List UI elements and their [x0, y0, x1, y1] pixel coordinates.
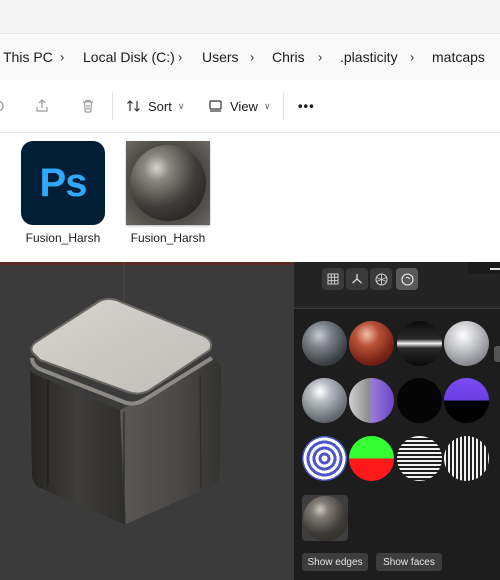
custom-matcap-slot[interactable]: [302, 495, 348, 541]
wireframe-sphere-icon[interactable]: [370, 268, 392, 290]
delete-button[interactable]: [80, 98, 96, 114]
rename-button[interactable]: [0, 99, 8, 113]
minimize-icon[interactable]: [490, 268, 500, 270]
more-options-button[interactable]: •••: [298, 99, 315, 114]
panel-scroll-handle[interactable]: [494, 346, 500, 362]
file-item[interactable]: Ps Fusion_Harsh: [13, 141, 113, 245]
sort-label: Sort: [148, 98, 172, 114]
trash-icon: [83, 99, 93, 113]
view-button[interactable]: View ∨: [208, 98, 271, 114]
chevron-right-icon[interactable]: ›: [250, 50, 254, 65]
view-label: View: [230, 98, 258, 114]
axes-icon[interactable]: [346, 268, 368, 290]
matcap-swatch[interactable]: [302, 321, 347, 366]
share-button[interactable]: [34, 98, 50, 114]
chevron-right-icon[interactable]: ›: [318, 50, 322, 65]
show-edges-button[interactable]: Show edges: [302, 553, 368, 571]
matcap-swatch[interactable]: [302, 378, 347, 423]
photoshop-file-icon: Ps: [21, 141, 105, 225]
rename-icon: [0, 100, 4, 112]
rounded-cube-model[interactable]: [0, 262, 294, 580]
matcap-swatch[interactable]: [349, 378, 394, 423]
sort-icon: [127, 100, 140, 112]
title-strip: [0, 0, 500, 33]
matcap-swatch[interactable]: [397, 436, 442, 481]
matcap-picker: Show edges Show faces: [294, 308, 500, 580]
viewport-side-panel: Show edges Show faces: [294, 262, 500, 580]
chevron-down-icon: ∨: [177, 100, 185, 111]
share-icon: [36, 99, 48, 112]
matcap-swatch[interactable]: [349, 436, 394, 481]
breadcrumb-matcaps[interactable]: matcaps: [432, 49, 485, 65]
grid-icon[interactable]: [322, 268, 344, 290]
matcap-swatch[interactable]: [397, 321, 442, 366]
chevron-right-icon[interactable]: ›: [60, 50, 64, 65]
chevron-right-icon[interactable]: ›: [178, 50, 182, 65]
chevron-down-icon: ∨: [263, 100, 271, 111]
3d-viewport[interactable]: Show edges Show faces: [0, 262, 500, 580]
file-list: Ps Fusion_Harsh Fusion_Harsh: [0, 133, 500, 262]
show-faces-button[interactable]: Show faces: [376, 553, 442, 571]
file-item[interactable]: Fusion_Harsh: [118, 141, 218, 245]
toolbar-divider: [112, 92, 113, 120]
matcap-swatch[interactable]: [444, 378, 489, 423]
matcap-swatch[interactable]: [302, 436, 347, 481]
chevron-right-icon[interactable]: ›: [410, 50, 414, 65]
command-bar: Sort ∨ View ∨ •••: [0, 80, 500, 133]
matcap-sphere-icon[interactable]: [396, 268, 418, 290]
matcap-swatch[interactable]: [444, 321, 489, 366]
breadcrumb-chris[interactable]: Chris: [272, 49, 305, 65]
breadcrumb-this-pc[interactable]: This PC: [3, 49, 53, 65]
breadcrumb-local-disk[interactable]: Local Disk (C:): [83, 49, 175, 65]
matcap-swatch[interactable]: [444, 436, 489, 481]
matcap-thumbnail: [126, 141, 210, 225]
file-name: Fusion_Harsh: [130, 231, 206, 245]
sort-button[interactable]: Sort ∨: [126, 98, 184, 114]
address-bar[interactable]: This PC › Local Disk (C:) › Users › Chri…: [0, 33, 500, 81]
file-name: Fusion_Harsh: [25, 231, 101, 245]
breadcrumb-users[interactable]: Users: [202, 49, 239, 65]
matcap-swatch[interactable]: [397, 378, 442, 423]
matcap-swatch[interactable]: [349, 321, 394, 366]
breadcrumb-plasticity[interactable]: .plasticity: [340, 49, 398, 65]
view-icon: [209, 100, 222, 112]
toolbar-divider: [283, 92, 284, 120]
matcap-swatch[interactable]: [302, 495, 348, 541]
file-explorer-window: This PC › Local Disk (C:) › Users › Chri…: [0, 0, 500, 262]
